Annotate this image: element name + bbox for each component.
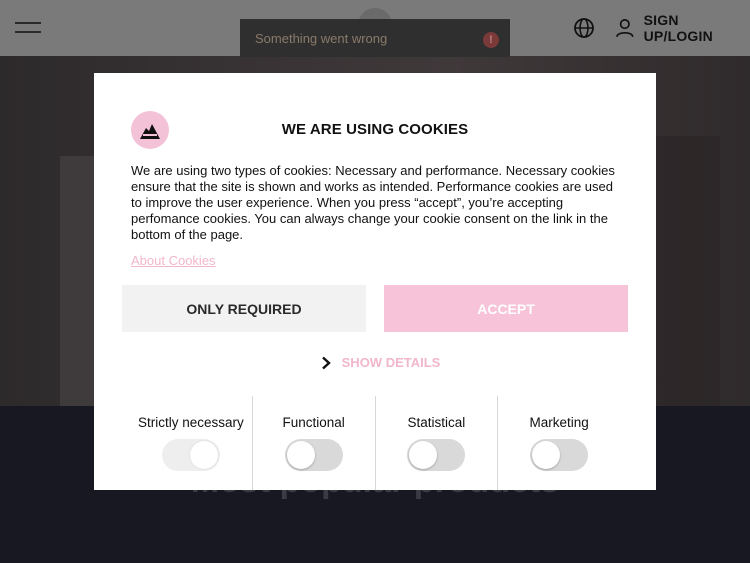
chevron-right-icon: [321, 356, 331, 369]
category-functional: Functional: [253, 396, 376, 490]
category-statistical: Statistical: [376, 396, 499, 490]
show-details-toggle[interactable]: SHOW DETAILS: [94, 355, 656, 370]
cookie-categories: Strictly necessary Functional Statistica…: [130, 396, 620, 490]
toast-message: Something went wrong: [255, 30, 388, 46]
toggle-knob: [409, 441, 438, 469]
toggle-functional[interactable]: [284, 439, 343, 471]
toggle-strictly-necessary[interactable]: [161, 439, 220, 471]
toggle-knob: [286, 441, 315, 469]
category-label: Marketing: [529, 415, 589, 430]
about-cookies-link[interactable]: About Cookies: [131, 253, 216, 268]
menu-icon[interactable]: [15, 20, 41, 36]
modal-title: WE ARE USING COOKIES: [281, 121, 469, 138]
error-toast: Something went wrong !: [240, 19, 510, 57]
toggle-statistical[interactable]: [407, 439, 466, 471]
modal-body-text: We are using two types of cookies: Neces…: [131, 163, 615, 242]
globe-icon[interactable]: [573, 17, 595, 39]
show-details-label: SHOW DETAILS: [341, 355, 441, 370]
toggle-knob: [532, 441, 561, 469]
category-label: Functional: [282, 415, 345, 430]
user-icon: [616, 19, 634, 38]
category-label: Strictly necessary: [137, 415, 244, 430]
toggle-knob: [189, 441, 218, 469]
cookie-consent-modal: WE ARE USING COOKIES We are using two ty…: [94, 73, 656, 490]
category-strictly-necessary: Strictly necessary: [130, 396, 253, 490]
toggle-marketing[interactable]: [530, 439, 589, 471]
category-marketing: Marketing: [498, 396, 620, 490]
login-link[interactable]: SIGN UP/LOGIN: [615, 12, 750, 44]
category-label: Statistical: [407, 415, 466, 430]
error-icon[interactable]: !: [483, 32, 499, 48]
accept-button[interactable]: ACCEPT: [384, 285, 628, 332]
login-label: SIGN UP/LOGIN: [643, 12, 713, 44]
only-required-button[interactable]: ONLY REQUIRED: [122, 285, 366, 332]
